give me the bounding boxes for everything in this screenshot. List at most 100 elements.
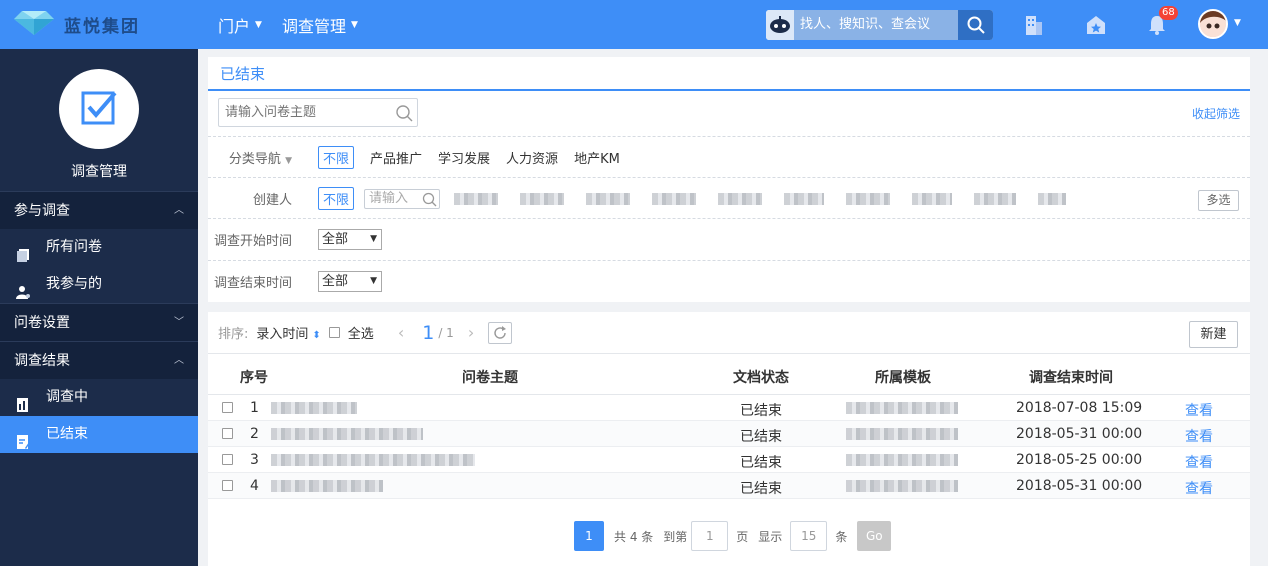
creator-option-blurred[interactable] [1038,192,1067,205]
section-divider [208,302,1250,312]
brand-logo[interactable]: 蓝悦集团 [14,10,140,38]
sidebar-group-survey-settings[interactable]: 问卷设置 ﹀ [0,303,198,341]
sidebar-item-all-surveys[interactable]: 所有问卷 [0,229,198,266]
search-icon[interactable] [395,104,413,126]
filter-option[interactable]: 学习发展 [438,148,490,167]
show-label: 显示 [758,529,783,544]
creator-option-blurred[interactable] [718,192,763,205]
go-button[interactable]: Go [857,521,892,551]
creator-option-blurred[interactable] [974,192,1017,205]
select-all-label[interactable]: 全选 [348,323,374,342]
search-icon[interactable] [422,192,437,213]
view-link[interactable]: 查看 [1185,426,1213,446]
global-search-input[interactable]: 找人、搜知识、查会议 [794,10,958,40]
row-checkbox[interactable] [222,402,233,413]
creator-option-blurred[interactable] [652,192,697,205]
cell-status: 已结束 [740,403,782,419]
cell-topic-blurred[interactable] [271,402,357,414]
new-button[interactable]: 新建 [1189,321,1238,348]
nav-survey-management[interactable]: 调查管理 ▼ [282,13,358,37]
chevron-up-icon: ︿ [174,355,184,366]
sidebar-group-results[interactable]: 调查结果 ︿ [0,341,198,379]
filter-option-unlimited[interactable]: 不限 [318,187,355,210]
cell-end-time: 2018-05-31 00:00 [1016,426,1143,442]
column-header-topic: 问卷主题 [462,370,518,386]
view-link[interactable]: 查看 [1185,478,1213,498]
table-row[interactable]: 3 已结束 2018-05-25 00:00 查看 [208,447,1250,473]
building-icon[interactable] [1021,13,1045,37]
cell-status: 已结束 [740,481,782,497]
column-header-index: 序号 [240,370,268,386]
filter-option[interactable]: 产品推广 [370,148,422,167]
cell-topic-blurred[interactable] [271,428,423,440]
cell-topic-blurred[interactable] [271,480,383,492]
multi-select-button[interactable]: 多选 [1198,190,1239,211]
view-link[interactable]: 查看 [1185,452,1213,472]
row-checkbox[interactable] [222,454,233,465]
filter-option[interactable]: 地产KM [574,148,620,167]
filter-row-category: 分类导航 ▼ 不限 产品推广 学习发展 人力资源 地产KM [208,136,1250,178]
chevron-right-icon[interactable]: › [468,323,474,342]
end-time-select[interactable]: 全部 ▼ [318,271,382,292]
row-checkbox[interactable] [222,480,233,491]
main-panel: 已结束 收起筛选 分类导航 ▼ 不限 产品推广 学习发展 人力资源 地产KM 创… [208,57,1250,566]
chevron-left-icon[interactable]: ‹ [398,323,404,342]
sidebar-group-label: 问卷设置 [14,315,70,331]
creator-option-blurred[interactable] [586,192,631,205]
goto-page-input[interactable]: 1 [691,521,729,551]
diamond-logo-icon [14,9,54,39]
survey-search-field[interactable] [218,98,418,127]
cell-template-blurred [846,480,958,492]
filter-option-unlimited[interactable]: 不限 [318,146,355,169]
caret-down-icon[interactable]: ▼ [285,156,292,166]
sidebar-group-label: 调查结果 [14,353,70,369]
collapse-filter-link[interactable]: 收起筛选 [1192,105,1240,122]
table-row[interactable]: 2 已结束 2018-05-31 00:00 查看 [208,421,1250,447]
cell-end-time: 2018-05-31 00:00 [1016,478,1143,494]
column-header-status: 文档状态 [733,370,789,386]
select-all-checkbox[interactable] [328,327,340,338]
cell-template-blurred [846,402,958,414]
nav-portal[interactable]: 门户 ▼ [218,13,262,37]
cell-topic-blurred[interactable] [271,454,475,466]
sort-field[interactable]: 录入时间 ⬍ [256,323,320,342]
creator-option-blurred[interactable] [520,192,565,205]
sidebar-header: 调查管理 [0,49,198,191]
search-icon[interactable] [958,10,993,40]
home-star-icon[interactable] [1084,13,1108,37]
sidebar-item-in-progress[interactable]: 调查中 [0,379,198,416]
table-row[interactable]: 4 已结束 2018-05-31 00:00 查看 [208,473,1250,499]
filter-row-creator: 创建人 不限 请输入 多选 [208,177,1250,219]
filter-option[interactable]: 人力资源 [506,148,558,167]
refresh-icon[interactable] [488,321,513,344]
creator-option-blurred[interactable] [846,192,891,205]
document-stack-icon [16,240,30,262]
creator-option-blurred[interactable] [454,192,499,205]
robot-assistant-icon[interactable] [766,10,794,40]
select-value: 全部 [322,274,349,289]
row-checkbox[interactable] [222,428,233,439]
survey-search-input[interactable] [219,99,389,126]
chart-doc-icon [16,390,30,412]
table-row[interactable]: 1 已结束 2018-07-08 15:09 查看 [208,395,1250,421]
start-time-select[interactable]: 全部 ▼ [318,229,382,250]
global-search[interactable]: 找人、搜知识、查会议 [766,10,993,40]
page-button-current[interactable]: 1 [574,521,604,551]
sidebar-title: 调查管理 [71,164,127,180]
total-pages: / 1 [438,325,454,340]
sidebar-item-participated[interactable]: 我参与的 [0,266,198,303]
select-value: 全部 [322,232,349,247]
caret-down-icon[interactable]: ▼ [1234,18,1241,28]
cell-index: 1 [250,400,259,416]
list-toolbar: 排序: 录入时间 ⬍ 全选 ‹ 1 / 1 › 新建 [208,312,1250,354]
chevron-up-icon: ︿ [174,205,184,216]
page-size-input[interactable]: 15 [790,521,828,551]
avatar[interactable] [1198,9,1228,39]
cell-status: 已结束 [740,455,782,471]
creator-option-blurred[interactable] [912,192,953,205]
creator-option-blurred[interactable] [784,192,825,205]
sidebar-item-ended[interactable]: 已结束 [0,416,198,453]
sidebar-group-participate[interactable]: 参与调查 ︿ [0,191,198,229]
creator-search-field[interactable]: 请输入 [364,188,441,209]
view-link[interactable]: 查看 [1185,400,1213,420]
